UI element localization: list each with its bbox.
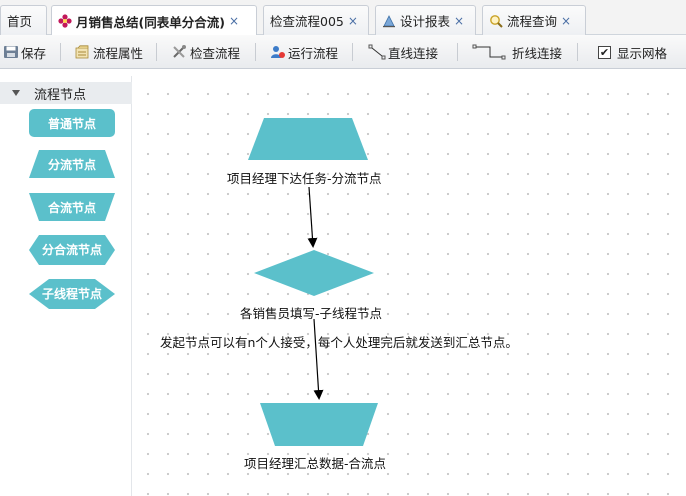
close-icon[interactable]: × bbox=[561, 14, 571, 28]
toolbar-divider bbox=[60, 43, 61, 61]
properties-icon bbox=[75, 45, 89, 59]
polyline-button[interactable]: 折线连接 bbox=[472, 42, 562, 62]
straight-line-button[interactable]: 直线连接 bbox=[368, 42, 438, 62]
tab-bar: 首页 月销售总结(同表单分合流) × 检查流程005 × 设计报表 × 流程查询… bbox=[0, 0, 686, 36]
flow-diagram bbox=[248, 118, 378, 446]
tab-label: 流程查询 bbox=[507, 14, 558, 29]
annotation-text: 发起节点可以有n个人接受，每个人处理完后就发送到汇总节点。 bbox=[160, 335, 518, 350]
toolbar-divider bbox=[255, 43, 256, 61]
close-icon[interactable]: × bbox=[229, 14, 239, 28]
chart-icon bbox=[382, 14, 396, 28]
tab-design-report[interactable]: 设计报表 × bbox=[375, 5, 476, 35]
tab-label: 检查流程005 bbox=[270, 14, 344, 29]
tab-flow-query[interactable]: 流程查询 × bbox=[482, 5, 586, 35]
join-node-label: 项目经理汇总数据-合流点 bbox=[244, 456, 387, 471]
show-grid-checkbox[interactable]: ✔ 显示网格 bbox=[598, 42, 667, 62]
toolbar: 保存 流程属性 检查流程 运行流程 直线连接 折线连接 ✔ 显示网格 bbox=[0, 35, 686, 69]
join-node-shape[interactable] bbox=[260, 403, 378, 446]
palette-header[interactable]: 流程节点 bbox=[0, 82, 132, 104]
polyline-icon bbox=[472, 44, 506, 60]
tab-label: 首页 bbox=[7, 14, 33, 29]
design-canvas[interactable]: 项目经理下达任务-分流节点 各销售员填写-子线程节点 发起节点可以有n个人接受，… bbox=[134, 76, 686, 496]
toolbar-divider bbox=[352, 43, 353, 61]
subthread-node-shape[interactable] bbox=[254, 250, 374, 296]
flow-properties-button[interactable]: 流程属性 bbox=[75, 42, 143, 62]
straight-line-icon bbox=[368, 44, 386, 60]
close-icon[interactable]: × bbox=[454, 14, 464, 28]
tab-monthly-sales-summary[interactable]: 月销售总结(同表单分合流) × bbox=[51, 5, 257, 36]
collapse-triangle-icon[interactable] bbox=[12, 90, 20, 96]
connector-line[interactable] bbox=[313, 318, 324, 400]
palette-subthread-node[interactable]: 子线程节点 bbox=[29, 279, 115, 309]
save-button[interactable]: 保存 bbox=[3, 42, 46, 62]
tools-icon bbox=[173, 45, 186, 58]
subthread-node-label: 各销售员填写-子线程节点 bbox=[240, 306, 383, 321]
toolbar-divider bbox=[156, 43, 157, 61]
flower-icon bbox=[58, 14, 72, 28]
palette-split-join-node[interactable]: 分合流节点 bbox=[29, 235, 115, 265]
tab-label: 月销售总结(同表单分合流) bbox=[76, 14, 225, 30]
run-flow-button[interactable]: 运行流程 bbox=[270, 42, 338, 62]
palette-join-node[interactable]: 合流节点 bbox=[29, 193, 115, 221]
tab-home[interactable]: 首页 bbox=[0, 5, 47, 35]
connector-line[interactable] bbox=[307, 186, 318, 248]
toolbar-divider bbox=[457, 43, 458, 61]
user-run-icon bbox=[271, 46, 285, 58]
palette-split-node[interactable]: 分流节点 bbox=[29, 150, 115, 178]
tab-check-flow-005[interactable]: 检查流程005 × bbox=[263, 5, 369, 35]
toolbar-divider bbox=[577, 43, 578, 61]
check-flow-button[interactable]: 检查流程 bbox=[172, 42, 240, 62]
tab-label: 设计报表 bbox=[400, 14, 451, 29]
split-node-shape[interactable] bbox=[248, 118, 368, 160]
floppy-icon bbox=[4, 46, 18, 58]
close-icon[interactable]: × bbox=[348, 14, 358, 28]
palette-normal-node[interactable]: 普通节点 bbox=[29, 109, 115, 137]
split-node-label: 项目经理下达任务-分流节点 bbox=[227, 171, 382, 186]
checkmark-icon: ✔ bbox=[598, 45, 611, 59]
magnifier-icon bbox=[489, 14, 503, 28]
node-palette: 流程节点 普通节点 分流节点 合流节点 分合流节点 子线程节点 bbox=[0, 76, 132, 496]
